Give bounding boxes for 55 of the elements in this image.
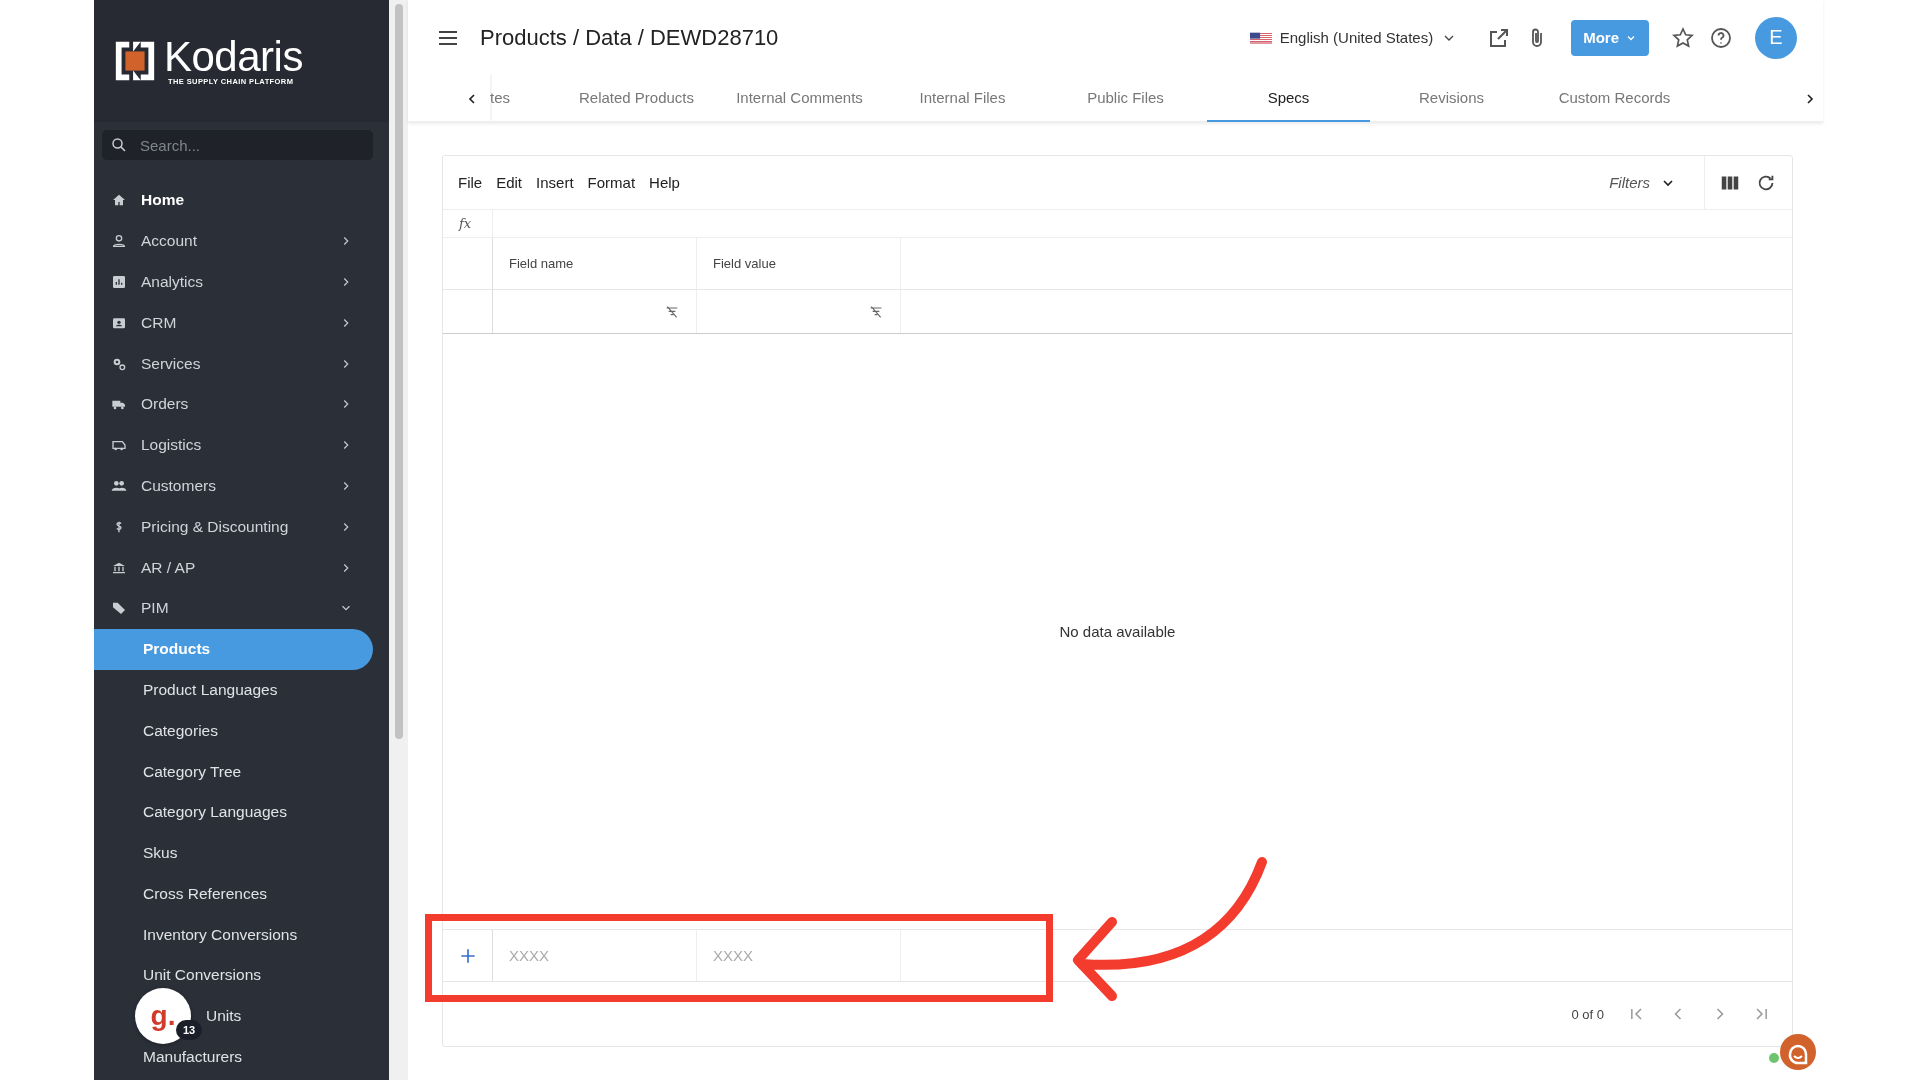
nav-subitem[interactable]: Skus — [143, 843, 178, 864]
menu-item[interactable]: Insert — [536, 174, 574, 191]
person-icon — [111, 233, 127, 250]
tag-icon — [111, 600, 127, 617]
chat-icon[interactable] — [1769, 1034, 1816, 1070]
nav-item[interactable]: Services — [94, 343, 373, 384]
empty-message: No data available — [1058, 622, 1177, 642]
nav-item[interactable]: Orders — [94, 384, 373, 425]
menu-item[interactable]: File — [458, 174, 483, 191]
tab[interactable]: Related Products — [555, 75, 718, 122]
language-selector[interactable]: English (United States) — [1243, 28, 1464, 47]
tab[interactable]: Revisions — [1370, 75, 1533, 122]
nav-subitem[interactable]: Category Tree — [143, 761, 242, 782]
formula-label: fx — [443, 210, 493, 237]
help-icon[interactable] — [1709, 25, 1733, 50]
brand-name: Kodaris — [164, 36, 303, 77]
nav-subitem[interactable]: Inventory Conversions — [143, 924, 298, 945]
menu-item[interactable]: Help — [649, 174, 680, 191]
tab[interactable]: Custom Records — [1533, 75, 1696, 122]
new-row-field[interactable]: XXXX — [697, 930, 900, 981]
page-title: Products / Data / DEWD28710 — [480, 24, 780, 51]
menu-item[interactable]: Edit — [496, 174, 523, 191]
nav-subitem[interactable]: Unit Conversions — [143, 965, 262, 986]
nav-subitem[interactable]: Product Languages — [143, 679, 278, 700]
notification-count: 13 — [176, 1020, 203, 1041]
filters-dropdown[interactable]: Filters — [1603, 173, 1690, 192]
nav-item[interactable]: Analytics — [94, 261, 373, 303]
nav-item[interactable]: Home — [94, 180, 373, 221]
menu-item[interactable]: Format — [587, 174, 636, 191]
chart-icon — [111, 274, 127, 290]
tab[interactable]: Specs — [1207, 75, 1370, 122]
nav-item[interactable]: PIM — [94, 587, 373, 629]
column-header[interactable]: Field name — [493, 238, 697, 289]
nav-subitem[interactable]: Manufacturers — [143, 1047, 243, 1067]
scrollbar-thumb[interactable] — [394, 4, 403, 739]
nav-item[interactable]: Customers — [94, 465, 373, 507]
nav-subitem[interactable]: Cross References — [143, 883, 268, 904]
page-count: 0 of 0 — [1571, 1006, 1604, 1022]
tab[interactable]: Internal Comments — [718, 75, 881, 122]
search-field[interactable]: Search... — [102, 130, 373, 160]
tab[interactable]: tes — [490, 75, 555, 122]
nav-subitem[interactable]: Category Languages — [143, 802, 287, 823]
nav-item[interactable]: Account — [94, 220, 373, 262]
nav-subitem[interactable]: Categories — [143, 720, 218, 741]
assistant-logo: g. — [150, 1002, 176, 1031]
nav-item[interactable]: Pricing & Discounting — [94, 506, 373, 548]
star-icon[interactable] — [1671, 25, 1695, 50]
nav-item[interactable]: Logistics — [94, 424, 373, 466]
tab[interactable]: Public Files — [1044, 75, 1207, 122]
new-row-field[interactable]: XXXX — [493, 930, 696, 981]
nav-item[interactable]: CRM — [94, 302, 373, 344]
nav-item[interactable]: AR / AP — [94, 547, 373, 588]
column-header[interactable]: Field value — [697, 238, 901, 289]
nav-subitem[interactable]: Units — [206, 1006, 242, 1027]
tab[interactable]: Internal Files — [881, 75, 1044, 122]
